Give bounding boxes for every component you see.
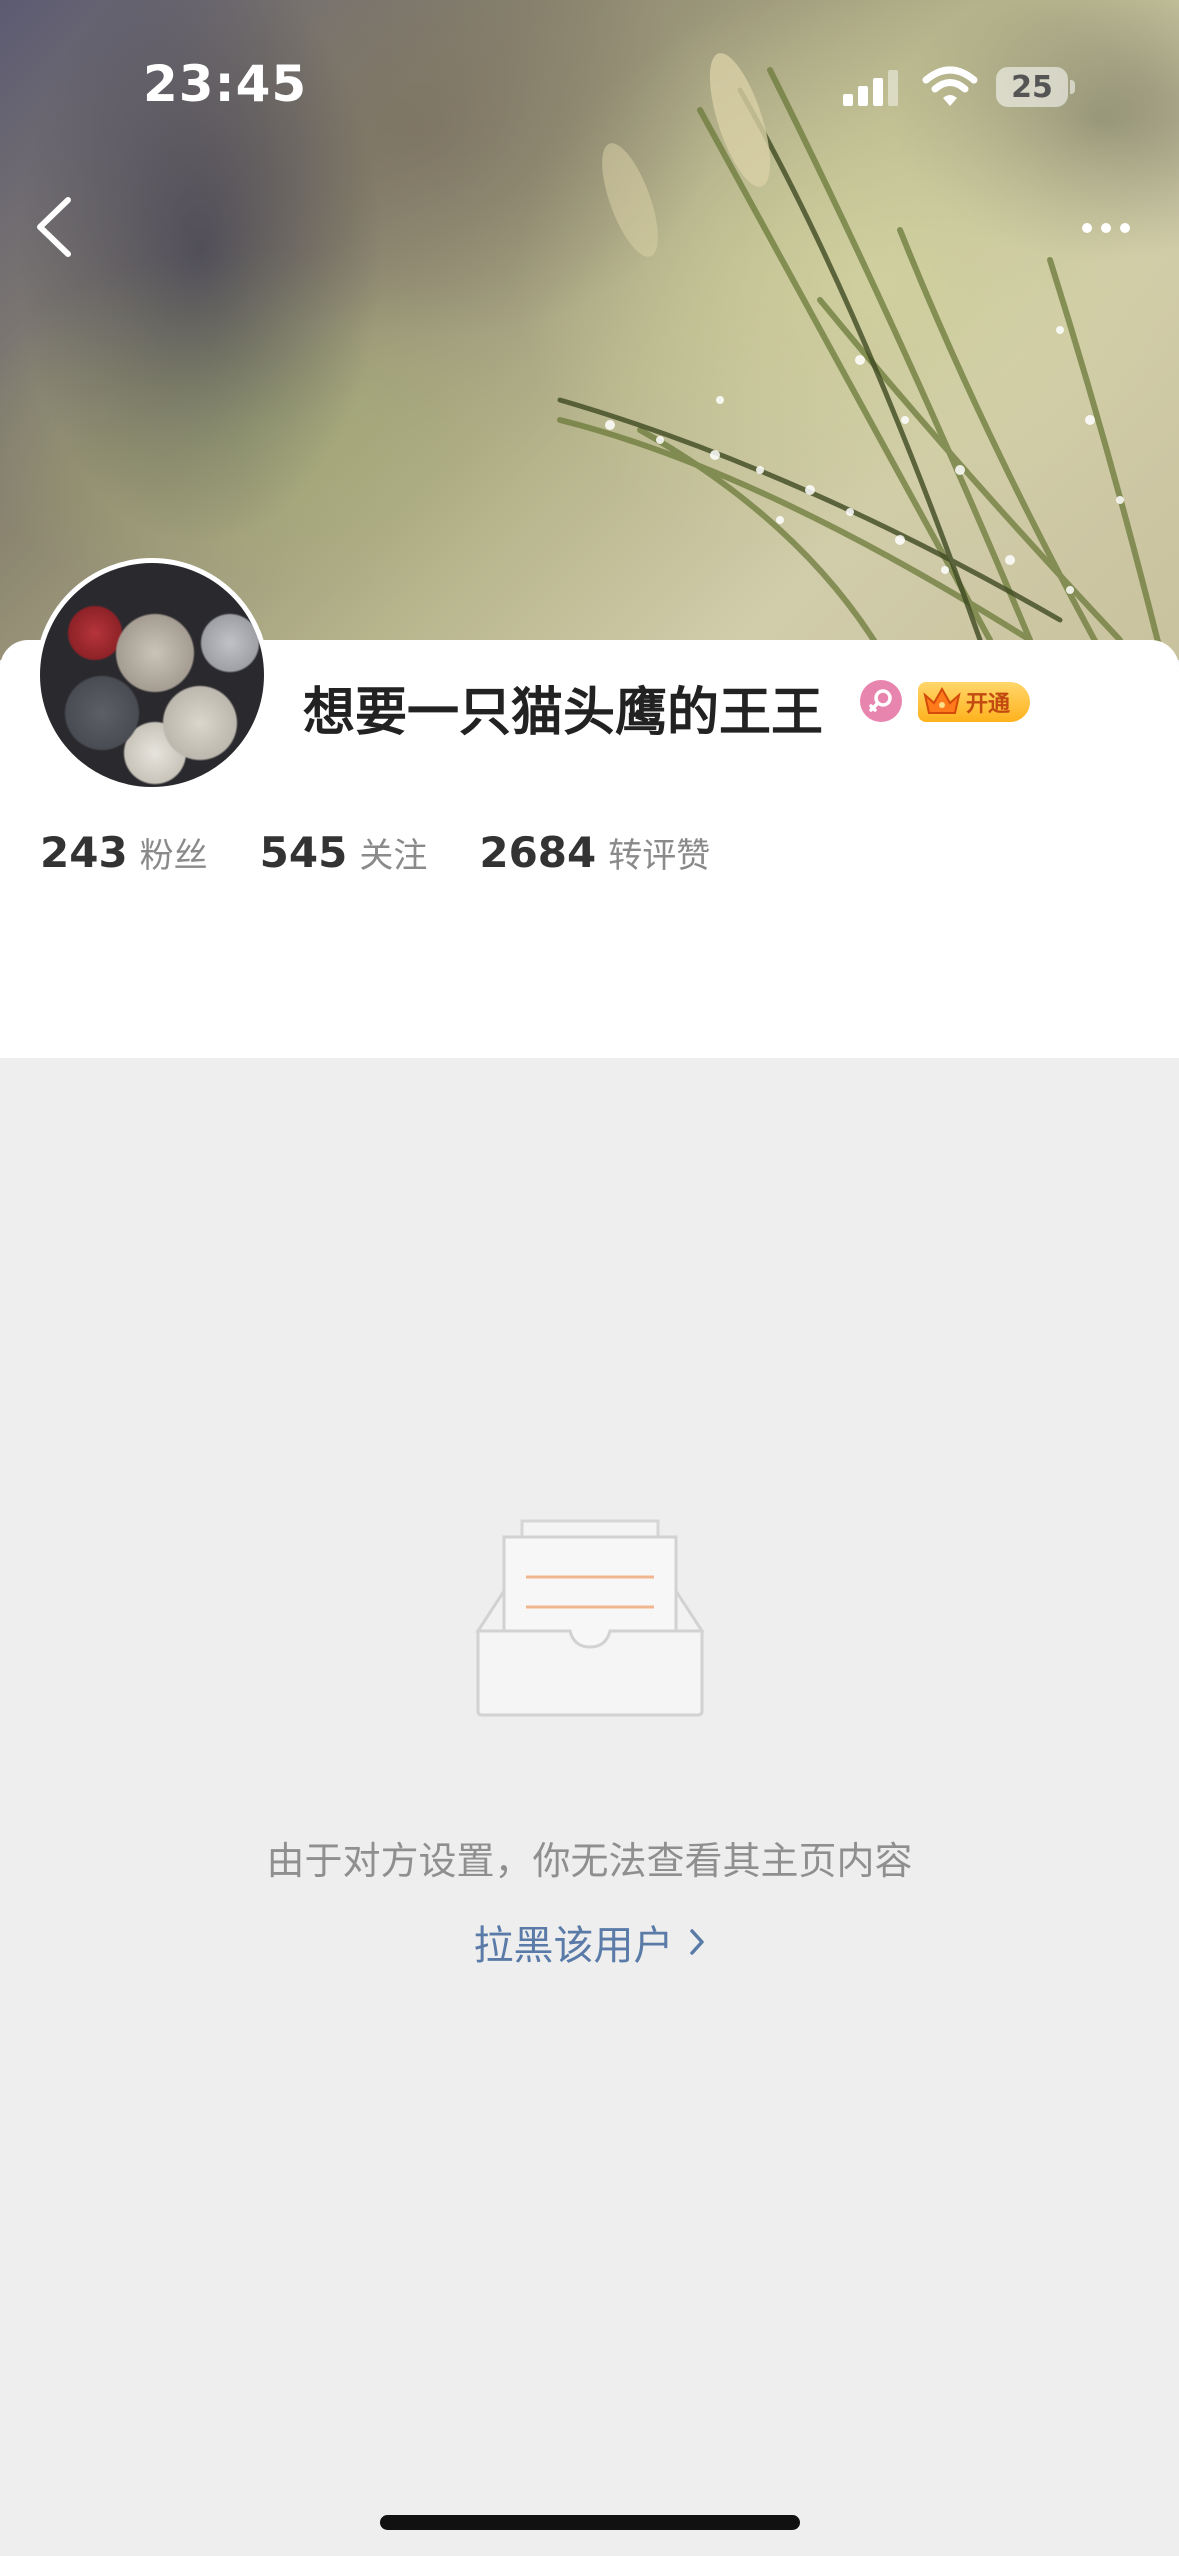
stat-followers[interactable]: 243 粉丝: [40, 828, 208, 877]
vip-badge-label: 开通: [966, 692, 1011, 717]
battery-level: 25: [996, 67, 1068, 107]
crown-icon: [923, 686, 961, 714]
profile-stats: 243 粉丝 545 关注 2684 转评赞: [40, 828, 762, 877]
more-dots-icon[interactable]: [1066, 188, 1146, 268]
home-indicator[interactable]: [380, 2515, 800, 2530]
username: 想要一只猫头鹰的王王: [303, 683, 824, 743]
battery-icon: 25: [996, 67, 1076, 107]
stat-followers-value: 243: [40, 828, 128, 877]
back-icon[interactable]: [30, 192, 80, 262]
stat-likes-value: 2684: [479, 828, 597, 877]
chevron-right-icon: [689, 1929, 704, 1955]
empty-inbox-icon: [475, 1519, 705, 1717]
stat-following-label: 关注: [359, 836, 428, 876]
stat-following[interactable]: 545 关注: [260, 828, 428, 877]
cellular-signal-icon: [843, 70, 898, 106]
stat-likes[interactable]: 2684 转评赞: [479, 828, 710, 877]
status-bar: 23:45 25: [0, 0, 1179, 130]
status-time: 23:45: [143, 55, 308, 113]
privacy-notice: 由于对方设置，你无法查看其主页内容: [266, 1839, 913, 1883]
female-icon: [860, 680, 902, 722]
block-user-label: 拉黑该用户: [473, 1923, 674, 1969]
wifi-icon: [922, 66, 978, 106]
stat-following-value: 545: [259, 828, 348, 877]
block-user-link[interactable]: 拉黑该用户: [0, 1913, 1179, 1971]
stat-followers-label: 粉丝: [139, 836, 208, 876]
avatar[interactable]: [35, 558, 269, 792]
vip-badge[interactable]: 开通: [918, 682, 1030, 722]
stat-likes-label: 转评赞: [608, 836, 711, 876]
